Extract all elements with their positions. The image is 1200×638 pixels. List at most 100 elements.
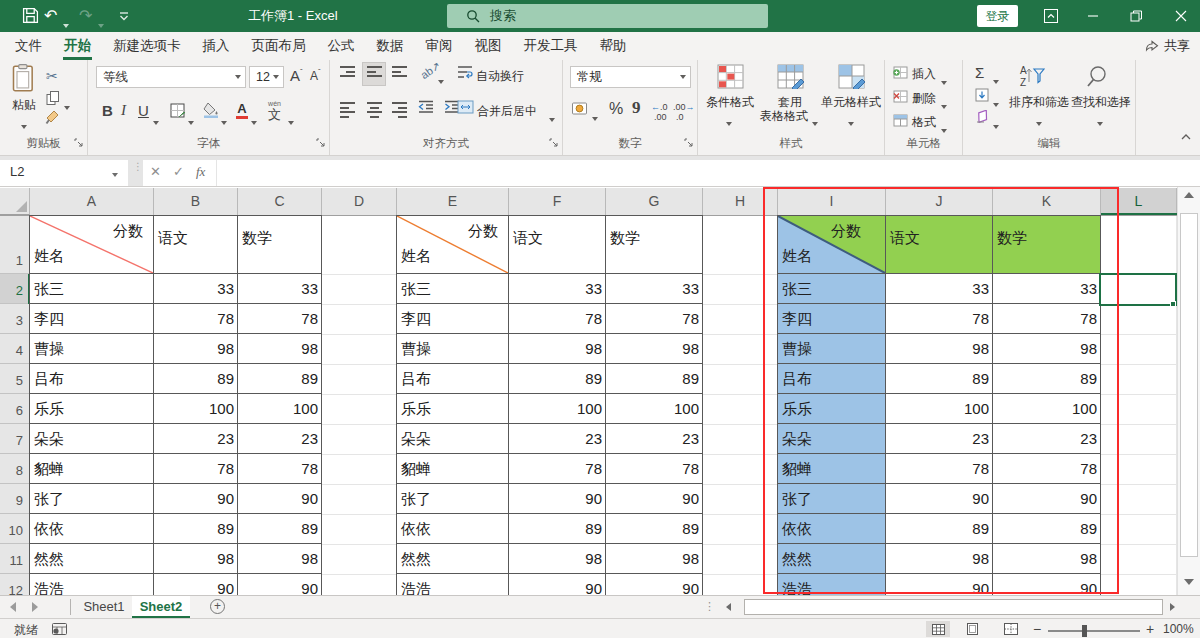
row-header-7[interactable]: 7	[0, 424, 30, 454]
shrink-font-icon[interactable]: Aˇ	[310, 67, 321, 83]
cell-G8[interactable]: 78	[606, 454, 703, 484]
align-middle-icon[interactable]	[367, 66, 382, 80]
cell-F7[interactable]: 23	[509, 424, 606, 454]
cell-G6[interactable]: 100	[606, 394, 703, 424]
undo-icon[interactable]: ↶	[44, 6, 57, 25]
comma-style-icon[interactable]: 9	[632, 98, 641, 118]
cell-E3[interactable]: 李四	[397, 304, 509, 334]
sort-filter-dropdown-icon[interactable]	[1036, 112, 1042, 130]
cell-B6[interactable]: 100	[154, 394, 238, 424]
cell-A10[interactable]: 依依	[30, 514, 154, 544]
cell-E9[interactable]: 张了	[397, 484, 509, 514]
format-as-table-dropdown-icon[interactable]	[812, 112, 818, 130]
cell-C4[interactable]: 98	[238, 334, 322, 364]
collapse-ribbon-icon[interactable]	[1180, 132, 1192, 142]
cell-C2[interactable]: 33	[238, 274, 322, 304]
row-header-8[interactable]: 8	[0, 454, 30, 484]
bold-icon[interactable]: B	[102, 102, 113, 119]
sign-in-button[interactable]: 登录	[977, 5, 1018, 27]
zoom-slider-thumb[interactable]	[1082, 625, 1087, 637]
cell-E7[interactable]: 朵朵	[397, 424, 509, 454]
cell-C3[interactable]: 78	[238, 304, 322, 334]
format-dropdown-icon[interactable]	[941, 119, 947, 137]
cell-A11[interactable]: 然然	[30, 544, 154, 574]
cell-styles-dropdown-icon[interactable]	[848, 112, 854, 130]
cell-E6[interactable]: 乐乐	[397, 394, 509, 424]
cell-C6[interactable]: 100	[238, 394, 322, 424]
alignment-dialog-launcher-icon[interactable]	[549, 138, 559, 148]
number-dialog-launcher-icon[interactable]	[684, 138, 694, 148]
copy-dropdown-icon[interactable]	[64, 96, 70, 114]
redo-icon[interactable]: ↷	[79, 6, 92, 25]
delete-cells-label[interactable]: 删除	[912, 90, 936, 107]
cell-E5[interactable]: 吕布	[397, 364, 509, 394]
cell-C12[interactable]: 90	[238, 574, 322, 595]
save-icon[interactable]	[22, 7, 39, 24]
normal-view-icon[interactable]	[926, 621, 950, 637]
cell-A9[interactable]: 张了	[30, 484, 154, 514]
font-color-dropdown-icon[interactable]	[251, 111, 257, 129]
align-bottom-icon[interactable]	[392, 66, 407, 80]
col-header-G[interactable]: G	[606, 188, 703, 215]
cell-G4[interactable]: 98	[606, 334, 703, 364]
paste-icon[interactable]	[12, 64, 36, 92]
cell-G2[interactable]: 33	[606, 274, 703, 304]
cell-A3[interactable]: 李四	[30, 304, 154, 334]
share-button[interactable]: 共享	[1145, 35, 1190, 57]
fill-dropdown-icon[interactable]	[993, 93, 999, 111]
align-center-icon[interactable]	[367, 102, 382, 120]
wrap-text-label[interactable]: 自动换行	[476, 68, 524, 85]
ribbon-tab-开始[interactable]: 开始	[53, 32, 102, 60]
cell-G7[interactable]: 23	[606, 424, 703, 454]
row-header-10[interactable]: 10	[0, 514, 30, 544]
scroll-up-icon[interactable]	[1184, 192, 1194, 198]
page-break-view-icon[interactable]	[1004, 623, 1018, 635]
cell-F5[interactable]: 89	[509, 364, 606, 394]
col-header-B[interactable]: B	[154, 188, 238, 215]
col-header-D[interactable]: D	[322, 188, 397, 215]
scroll-down-icon[interactable]	[1184, 579, 1194, 585]
col-header-A[interactable]: A	[30, 188, 154, 215]
cell-E2[interactable]: 张三	[397, 274, 509, 304]
name-box[interactable]: L2	[0, 160, 128, 186]
search-box[interactable]: 搜索	[447, 4, 768, 28]
cell-C7[interactable]: 23	[238, 424, 322, 454]
zoom-level[interactable]: 100%	[1163, 622, 1194, 636]
merge-center-label[interactable]: 合并后居中	[477, 103, 537, 120]
cell-F8[interactable]: 78	[509, 454, 606, 484]
font-name-select[interactable]: 等线	[96, 66, 246, 88]
cell-F9[interactable]: 90	[509, 484, 606, 514]
cell-F1[interactable]: 语文	[509, 216, 606, 274]
cell-C9[interactable]: 90	[238, 484, 322, 514]
align-left-icon[interactable]	[340, 102, 355, 120]
align-top-icon[interactable]	[340, 66, 355, 80]
accounting-format-icon[interactable]	[572, 101, 589, 116]
decrease-indent-icon[interactable]	[418, 100, 434, 114]
increase-decimal-icon[interactable]: ←.0.00	[651, 102, 668, 122]
delete-cells-icon[interactable]	[893, 90, 908, 103]
cell-A1[interactable]: 分数姓名	[30, 216, 154, 274]
tab-splitter-handle[interactable]: ⋮	[704, 600, 714, 613]
cell-A2[interactable]: 张三	[30, 274, 154, 304]
formula-input[interactable]	[217, 160, 1200, 186]
new-sheet-icon[interactable]: +	[210, 599, 225, 614]
cell-C8[interactable]: 78	[238, 454, 322, 484]
cell-A6[interactable]: 乐乐	[30, 394, 154, 424]
italic-icon[interactable]: I	[121, 102, 126, 119]
orientation-dropdown-icon[interactable]	[438, 70, 444, 88]
cell-A5[interactable]: 吕布	[30, 364, 154, 394]
undo-dropdown-icon[interactable]	[63, 14, 69, 32]
cell-F6[interactable]: 100	[509, 394, 606, 424]
page-layout-view-icon[interactable]	[966, 623, 979, 635]
row-header-6[interactable]: 6	[0, 394, 30, 424]
row-header-3[interactable]: 3	[0, 304, 30, 334]
insert-cells-label[interactable]: 插入	[912, 66, 936, 83]
cell-A7[interactable]: 朵朵	[30, 424, 154, 454]
find-select-dropdown-icon[interactable]	[1097, 112, 1103, 130]
accounting-dropdown-icon[interactable]	[592, 107, 598, 125]
cell-C5[interactable]: 89	[238, 364, 322, 394]
format-as-table-icon[interactable]	[777, 64, 804, 89]
select-all-corner[interactable]	[0, 188, 30, 215]
row-header-1[interactable]: 1	[0, 216, 30, 274]
cell-B8[interactable]: 78	[154, 454, 238, 484]
